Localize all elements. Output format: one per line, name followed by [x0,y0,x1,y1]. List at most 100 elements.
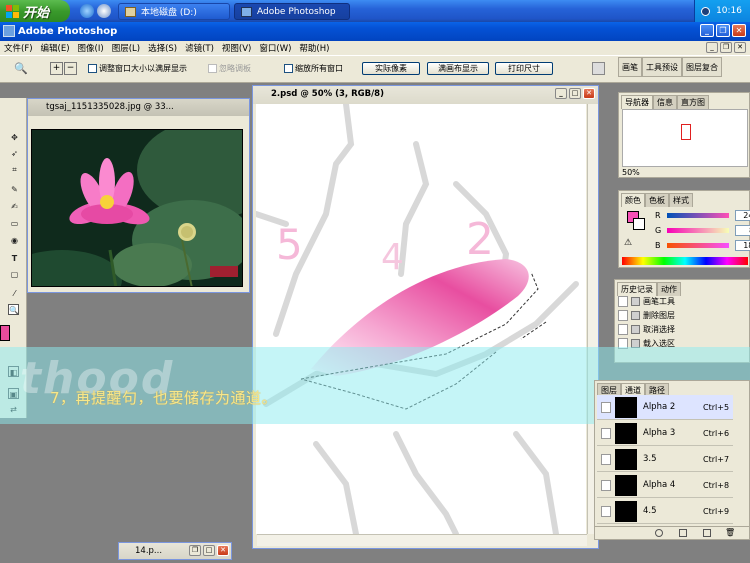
close-button[interactable]: ✕ [732,24,746,37]
zoom-all-option[interactable]: 缩放所有窗口 [284,63,343,74]
mini-restore-button[interactable]: ❐ [189,545,201,556]
menu-window[interactable]: 窗口(W) [259,42,291,54]
print-size-button[interactable]: 打印尺寸 [495,62,553,75]
lasso-tool-icon[interactable]: ➶ [9,148,20,159]
psd-minimize-button[interactable]: _ [555,88,567,99]
fit-screen-button[interactable]: 满画布显示 [427,62,489,75]
well-tab-brushes[interactable]: 画笔 [618,57,642,77]
zoom-tool-icon[interactable]: 🔍 [14,62,28,75]
mini-close-button[interactable]: ✕ [217,545,229,556]
history-item[interactable]: 画笔工具 [618,295,748,307]
menu-image[interactable]: 图像(I) [78,42,104,54]
photoshop-icon [241,6,252,17]
menu-filter[interactable]: 滤镜(T) [185,42,214,54]
ie-icon[interactable] [80,4,94,18]
doc-close-button[interactable]: ✕ [734,42,746,53]
psd-maximize-button[interactable]: □ [569,88,581,99]
color-spectrum-bar[interactable] [622,257,748,265]
tab-swatches[interactable]: 色板 [645,193,669,207]
tab-history[interactable]: 历史记录 [617,282,657,296]
tab-color[interactable]: 颜色 [621,193,645,207]
zoom-tool-active-icon[interactable]: 🔍 [8,304,19,315]
brush-icon [631,296,640,306]
g-value[interactable]: 80 [735,224,750,236]
history-item[interactable]: 删除图层 [618,309,748,321]
channel-thumbnail [615,422,637,444]
mini-maximize-button[interactable]: □ [203,545,215,556]
color-slider-g[interactable]: G 80 [655,224,750,236]
b-slider[interactable] [666,242,729,248]
menu-view[interactable]: 视图(V) [222,42,251,54]
psd-close-button[interactable]: ✕ [583,88,595,99]
delete-layer-icon [631,310,640,320]
eraser-tool-icon[interactable]: ▭ [9,218,20,229]
blur-tool-icon[interactable]: ◉ [9,235,20,246]
history-item[interactable]: 取消选择 [618,323,748,335]
zoom-out-icon[interactable]: − [64,62,77,75]
history-brush-icon[interactable]: ✍ [9,201,20,212]
minimized-window[interactable]: 14.p... ❐ □ ✕ [118,542,232,560]
minimize-button[interactable]: _ [700,24,714,37]
load-channel-icon[interactable] [655,529,663,537]
ignore-palettes-checkbox [208,64,217,73]
task-local-disk[interactable]: 本地磁盘 (D:) [118,3,230,20]
move-tool-icon[interactable]: ✥ [9,132,20,143]
navigator-palette: 导航器 信息 直方图 50% [618,92,750,178]
image-window-lotus-titlebar[interactable]: tgsaj_1151335028.jpg @ 33... [28,99,249,116]
shape-tool-icon[interactable]: ▢ [9,269,20,280]
channel-row[interactable]: 4.5 Ctrl+9 [597,499,733,524]
deselect-icon [631,324,640,334]
eyedropper-tool-icon[interactable]: ⁄ [9,288,20,299]
menu-layer[interactable]: 图层(L) [112,42,140,54]
new-channel-icon[interactable] [703,529,711,537]
tab-info[interactable]: 信息 [653,95,677,109]
r-slider[interactable] [666,212,729,218]
save-selection-icon[interactable] [679,529,687,537]
zoom-all-checkbox[interactable] [284,64,293,73]
channel-row[interactable]: Alpha 3 Ctrl+6 [597,421,733,446]
image-window-psd-titlebar[interactable]: 2.psd @ 50% (3, RGB/8) _ □ ✕ [253,86,598,104]
doc-minimize-button[interactable]: _ [706,42,718,53]
start-button[interactable]: 开始 [0,0,70,22]
menu-edit[interactable]: 编辑(E) [41,42,70,54]
tab-styles[interactable]: 样式 [669,193,693,207]
media-icon[interactable] [97,4,111,18]
task-photoshop[interactable]: Adobe Photoshop [234,3,350,20]
actual-pixels-button[interactable]: 实际像素 [362,62,420,75]
type-tool-icon[interactable]: T [9,253,20,264]
tab-navigator[interactable]: 导航器 [621,95,653,109]
canvas[interactable]: 5 4 2 [256,104,586,534]
resize-checkbox[interactable] [88,64,97,73]
file-browser-icon[interactable] [592,62,605,75]
brush-tool-icon[interactable]: ✎ [9,184,20,195]
channel-row[interactable]: Alpha 4 Ctrl+8 [597,473,733,498]
navigator-view-box[interactable] [681,124,691,140]
navigator-zoom[interactable]: 50% [622,168,640,177]
crop-tool-icon[interactable]: ⌗ [9,164,20,175]
menu-help[interactable]: 帮助(H) [299,42,329,54]
channel-row[interactable]: Alpha 2 Ctrl+5 [597,395,733,420]
tab-histogram[interactable]: 直方图 [677,95,709,109]
menu-select[interactable]: 选择(S) [148,42,177,54]
color-background-swatch[interactable] [633,218,645,230]
color-slider-r[interactable]: R 247 [655,209,750,221]
foreground-color-swatch[interactable] [0,325,10,341]
resize-windows-option[interactable]: 调整窗口大小以满屏显示 [88,63,187,74]
well-tab-tool-presets[interactable]: 工具预设 [642,57,682,77]
well-tab-layer-comps[interactable]: 图层复合 [682,57,722,77]
restore-button[interactable]: ❐ [716,24,730,37]
r-value[interactable]: 247 [734,209,750,221]
tray-icon[interactable] [701,6,711,16]
tab-actions[interactable]: 动作 [657,282,681,296]
psd-horizontal-scrollbar[interactable] [257,534,587,546]
delete-channel-icon[interactable]: 🗑 [725,528,735,537]
app-titlebar: Adobe Photoshop _ ❐ ✕ [0,22,750,41]
zoom-in-icon[interactable]: + [50,62,63,75]
menu-file[interactable]: 文件(F) [4,42,33,54]
doc-restore-button[interactable]: ❐ [720,42,732,53]
color-slider-b[interactable]: B 182 [655,239,750,251]
channel-row[interactable]: 3.5 Ctrl+7 [597,447,733,472]
g-slider[interactable] [667,227,730,233]
b-value[interactable]: 182 [734,239,750,251]
navigator-thumbnail[interactable] [622,109,748,167]
